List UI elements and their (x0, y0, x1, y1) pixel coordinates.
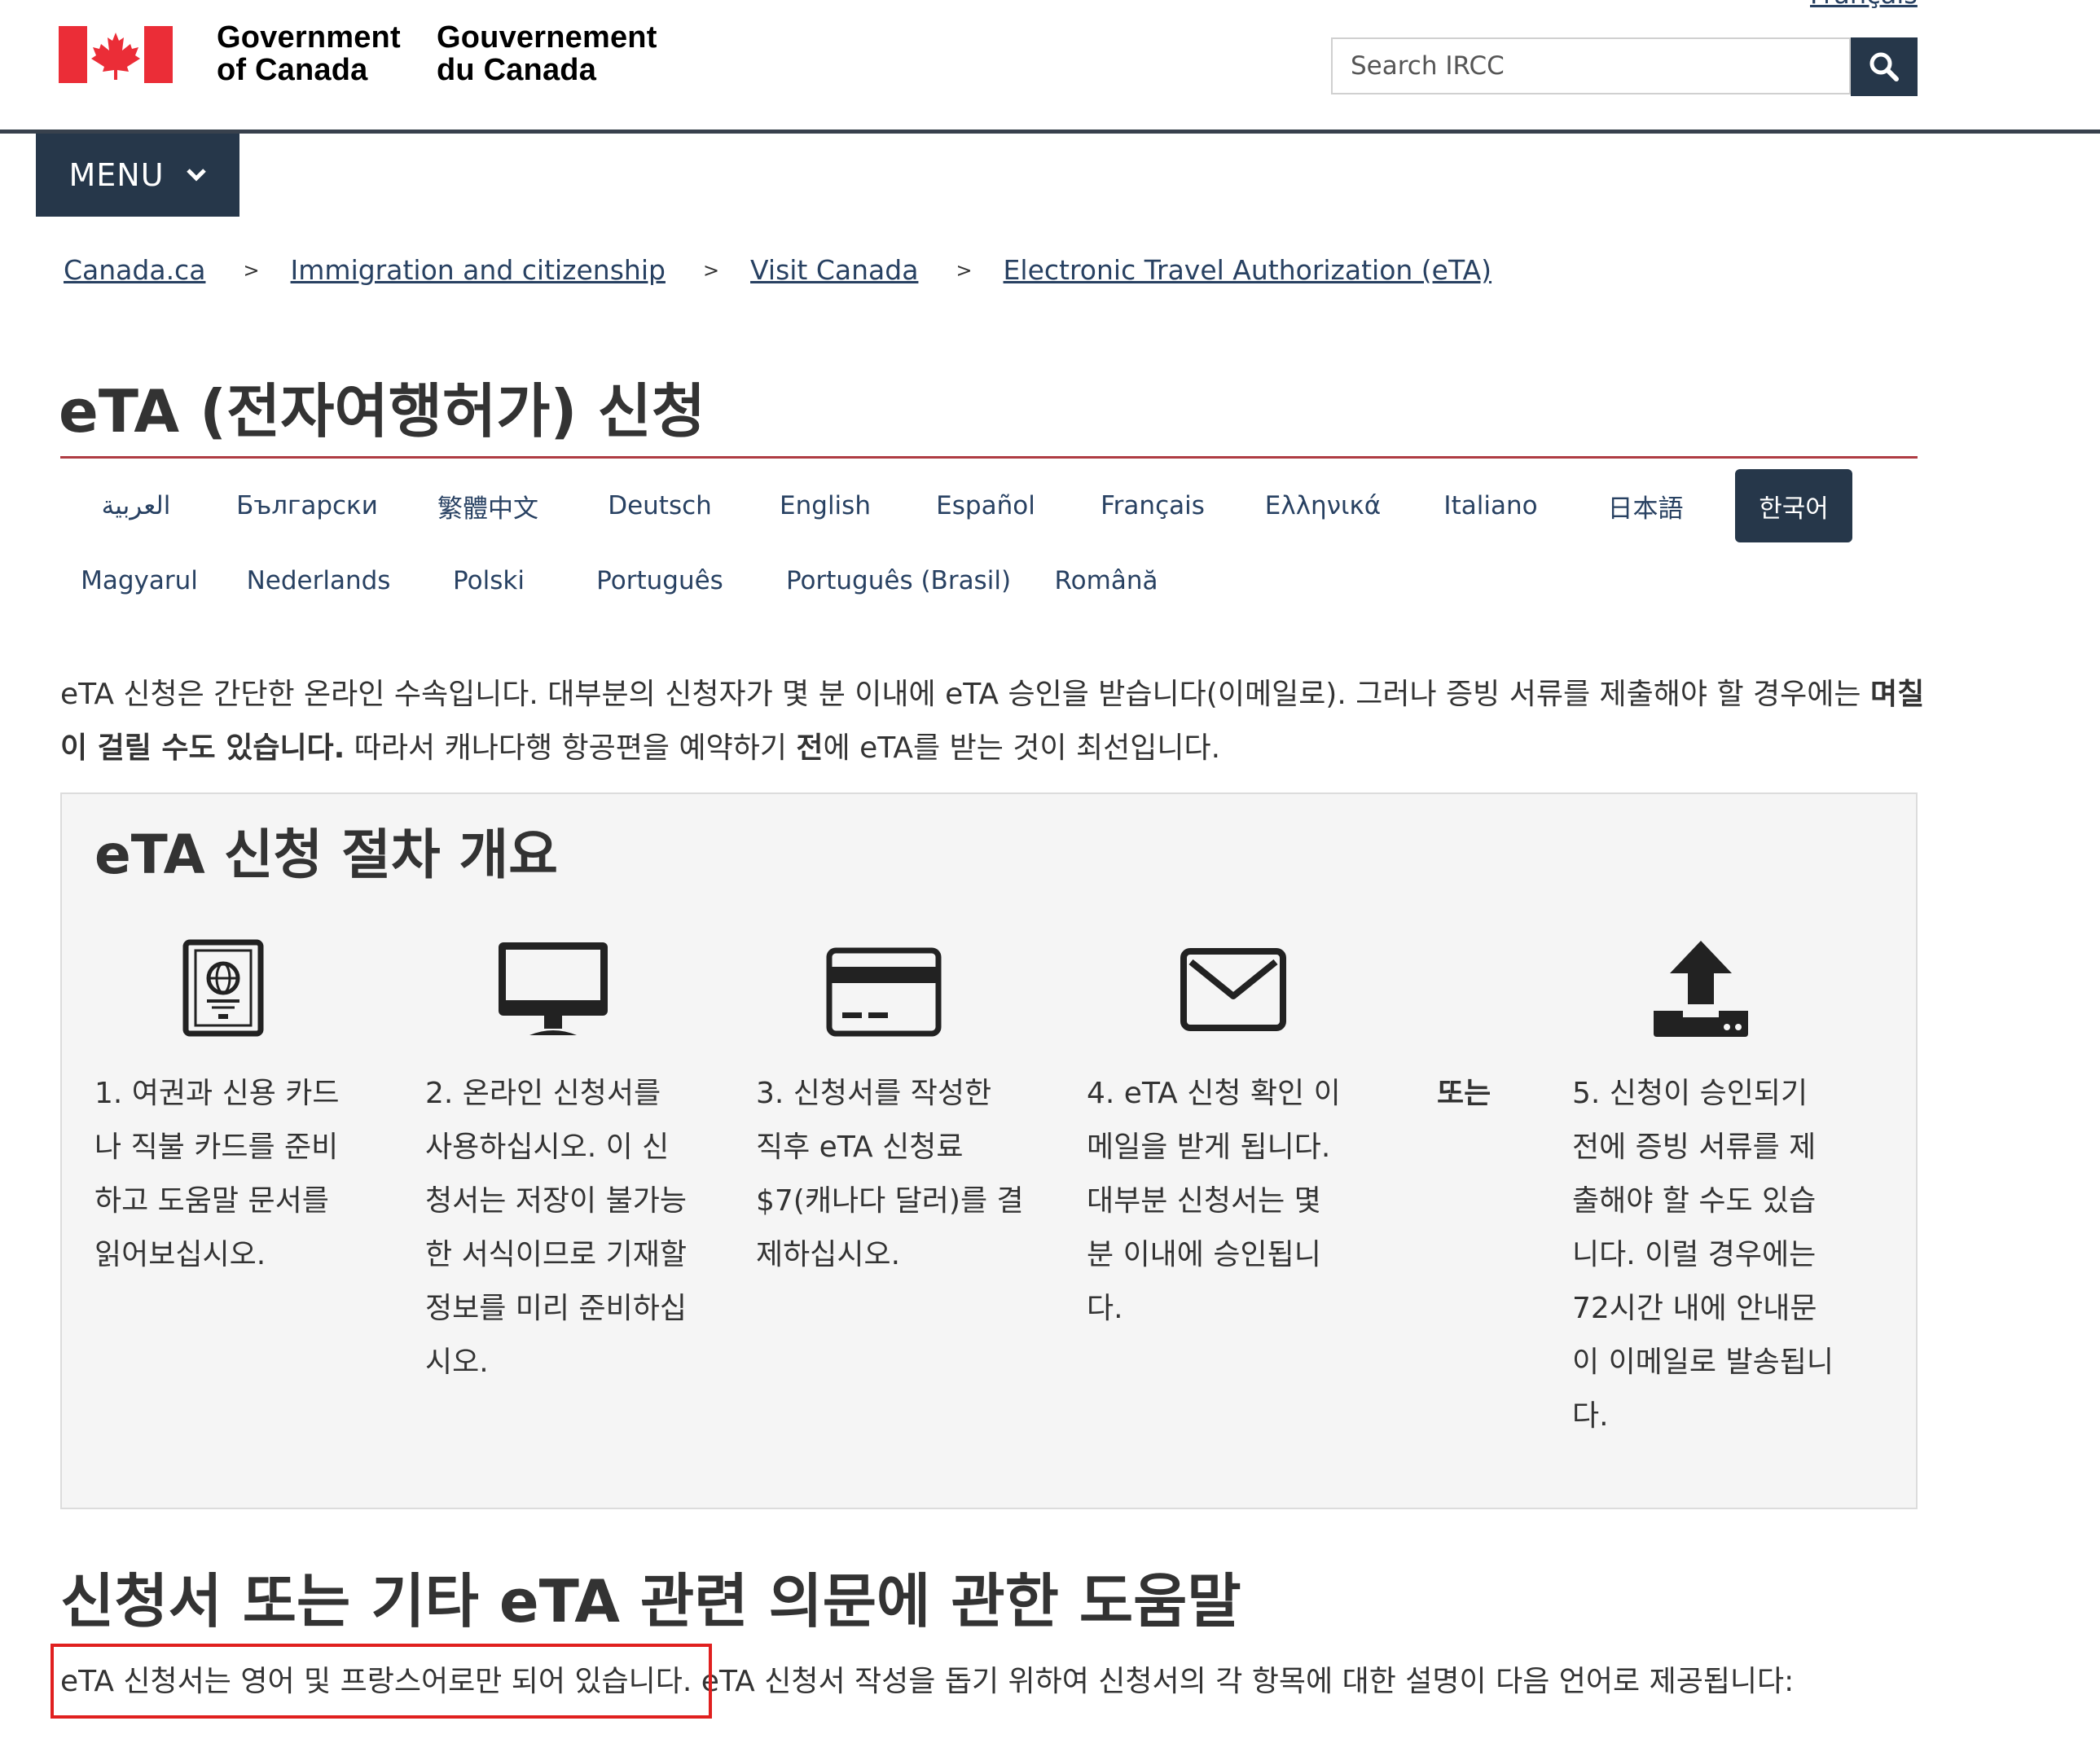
lang-bulgarian[interactable]: Български (212, 469, 402, 542)
or-label: 또는 (1437, 1077, 1492, 1110)
search-input[interactable] (1331, 37, 1851, 94)
breadcrumb: Canada.ca > Immigration and citizenship … (64, 254, 1492, 286)
credit-card-icon (826, 947, 942, 1037)
lang-english[interactable]: English (746, 469, 904, 542)
signature-english: Government of Canada (217, 20, 401, 87)
search-icon (1869, 52, 1899, 81)
lang-polish[interactable]: Polski (419, 544, 559, 617)
canada-flag-icon (59, 26, 173, 83)
upload-icon (1654, 941, 1748, 1037)
lang-spanish[interactable]: Español (904, 469, 1067, 542)
chevron-down-icon (186, 169, 206, 182)
help-rest-sentence: eTA 신청서 작성을 돕기 위하여 신청서의 각 항목에 대한 설명이 다음 … (692, 1665, 1795, 1698)
lang-dutch[interactable]: Nederlands (218, 544, 419, 617)
intro-paragraph: eTA 신청은 간단한 온라인 수속입니다. 대부분의 신청자가 몇 분 이내에… (60, 678, 1925, 765)
breadcrumb-eta[interactable]: Electronic Travel Authorization (eTA) (1004, 254, 1492, 286)
lang-german[interactable]: Deutsch (573, 469, 746, 542)
envelope-icon (1180, 948, 1286, 1031)
signature-french: Gouvernement du Canada (437, 20, 657, 87)
monitor-icon (499, 942, 608, 1035)
lang-french[interactable]: Français (1067, 469, 1238, 542)
step-3-text: 3. 신청서를 작성한 직후 eTA 신청료 $7(캐나다 달러)를 결제하십시… (756, 1077, 1024, 1271)
highlighted-sentence: eTA 신청서는 영어 및 프랑스어로만 되어 있습니다. (60, 1665, 692, 1698)
search-button[interactable] (1851, 37, 1918, 96)
lang-greek[interactable]: Ελληνικά (1238, 469, 1408, 542)
breadcrumb-canada[interactable]: Canada.ca (64, 254, 205, 286)
title-divider (60, 456, 1918, 459)
language-list-row-1: العربية Български 繁體中文 Deutsch English E… (60, 469, 1852, 542)
lang-arabic[interactable]: العربية (60, 469, 212, 542)
lang-traditional-chinese[interactable]: 繁體中文 (402, 469, 573, 542)
step-4-text: 4. eTA 신청 확인 이메일을 받게 됩니다. 대부분 신청서는 몇 분 이… (1087, 1077, 1341, 1325)
help-paragraph: eTA 신청서는 영어 및 프랑스어로만 되어 있습니다. eTA 신청서 작성… (60, 1655, 1794, 1709)
lang-hungarian[interactable]: Magyarul (60, 544, 218, 617)
language-toggle-link[interactable]: Français (1810, 0, 1918, 10)
menu-button[interactable]: MENU (36, 134, 239, 217)
header-divider (0, 130, 2100, 134)
breadcrumb-immigration[interactable]: Immigration and citizenship (291, 254, 666, 286)
step-2-text: 2. 온라인 신청서를 사용하십시오. 이 신청서는 저장이 불가능한 서식이므… (425, 1077, 687, 1379)
lang-portuguese-brazil[interactable]: Português (Brasil) (761, 544, 1036, 617)
step-5-text: 5. 신청이 승인되기 전에 증빙 서류를 제출해야 할 수도 있습니다. 이럴… (1572, 1077, 1834, 1433)
menu-label: MENU (68, 157, 165, 193)
breadcrumb-separator: > (243, 258, 260, 282)
breadcrumb-separator: > (702, 258, 720, 282)
page-title: eTA (전자여행허가) 신청 (59, 377, 705, 446)
breadcrumb-separator: > (956, 258, 973, 282)
help-section-title: 신청서 또는 기타 eTA 관련 의문에 관한 도움말 (60, 1567, 1241, 1635)
lang-italian[interactable]: Italiano (1408, 469, 1574, 542)
overview-title: eTA 신청 절차 개요 (94, 823, 558, 886)
language-list-row-2: Magyarul Nederlands Polski Português Por… (60, 544, 1176, 617)
lang-korean-active[interactable]: 한국어 (1735, 469, 1852, 542)
intro-bold-before: 전 (796, 731, 824, 765)
breadcrumb-visit-canada[interactable]: Visit Canada (750, 254, 918, 286)
lang-romanian[interactable]: Română (1036, 544, 1176, 617)
step-1-text: 1. 여권과 신용 카드나 직불 카드를 준비하고 도움말 문서를 읽어보십시오… (94, 1077, 340, 1271)
lang-portuguese[interactable]: Português (559, 544, 761, 617)
eta-process-overview: eTA 신청 절차 개요 1. 여권과 신용 카드나 직불 카드를 준비하고 도… (60, 792, 1918, 1509)
lang-japanese[interactable]: 日本語 (1574, 469, 1717, 542)
passport-icon (182, 939, 264, 1037)
